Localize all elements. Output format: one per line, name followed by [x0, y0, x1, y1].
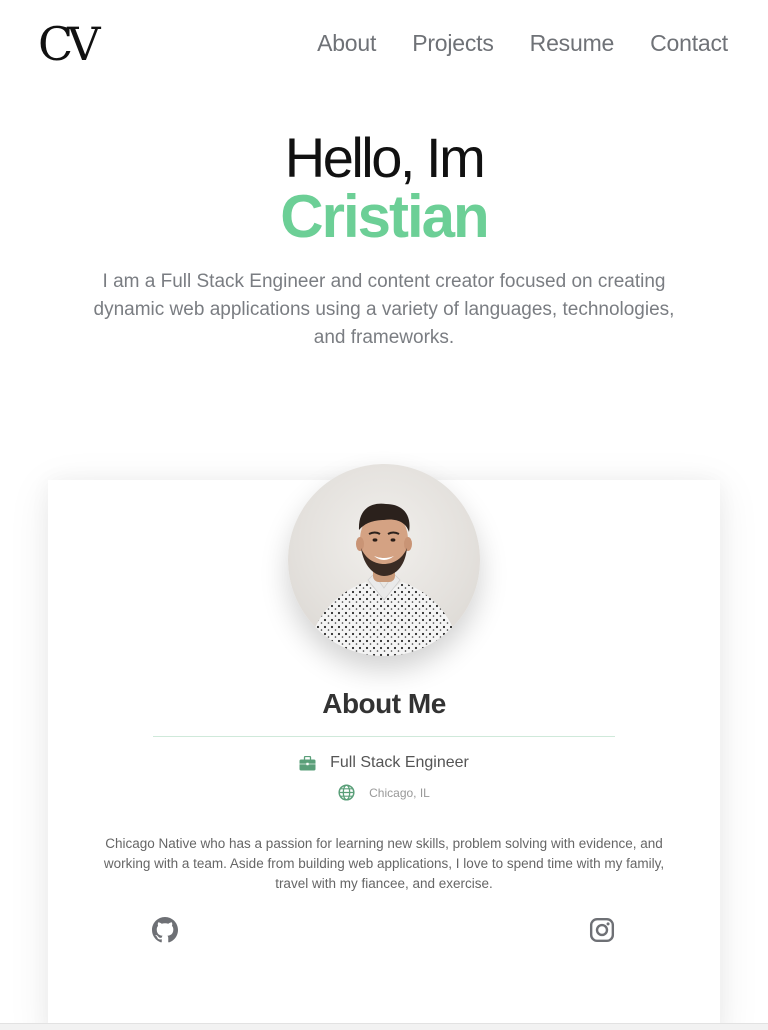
page-bottom-edge — [0, 1023, 768, 1030]
nav-link-about[interactable]: About — [317, 30, 376, 57]
divider — [153, 736, 615, 737]
job-row: Full Stack Engineer — [48, 754, 720, 772]
main-nav: About Projects Resume Contact — [317, 30, 728, 57]
logo[interactable]: CV — [38, 18, 100, 70]
job-title: Full Stack Engineer — [330, 754, 469, 771]
nav-link-resume[interactable]: Resume — [530, 30, 615, 57]
avatar — [288, 464, 480, 656]
instagram-link[interactable] — [589, 917, 615, 943]
hero-greeting: Hello, Im — [284, 126, 486, 189]
about-title: About Me — [322, 688, 446, 719]
bio-text: Chicago Native who has a passion for lea… — [103, 836, 665, 891]
github-link[interactable] — [152, 917, 178, 943]
location-row: Chicago, IL — [48, 784, 720, 801]
hero-description: I am a Full Stack Engineer and content c… — [93, 271, 675, 348]
hero-name: Cristian — [280, 183, 489, 250]
nav-link-projects[interactable]: Projects — [412, 30, 494, 57]
github-icon — [152, 917, 178, 943]
globe-icon — [338, 784, 355, 801]
instagram-icon — [589, 917, 615, 943]
profile-photo — [306, 503, 462, 656]
site-header: CV About Projects Resume Contact — [0, 0, 768, 92]
page: CV About Projects Resume Contact Hello, … — [0, 0, 768, 1030]
briefcase-icon — [299, 755, 316, 770]
nav-link-contact[interactable]: Contact — [650, 30, 728, 57]
hero-section: Hello, Im Cristian I am a Full Stack Eng… — [0, 128, 768, 352]
location-text: Chicago, IL — [369, 785, 430, 800]
